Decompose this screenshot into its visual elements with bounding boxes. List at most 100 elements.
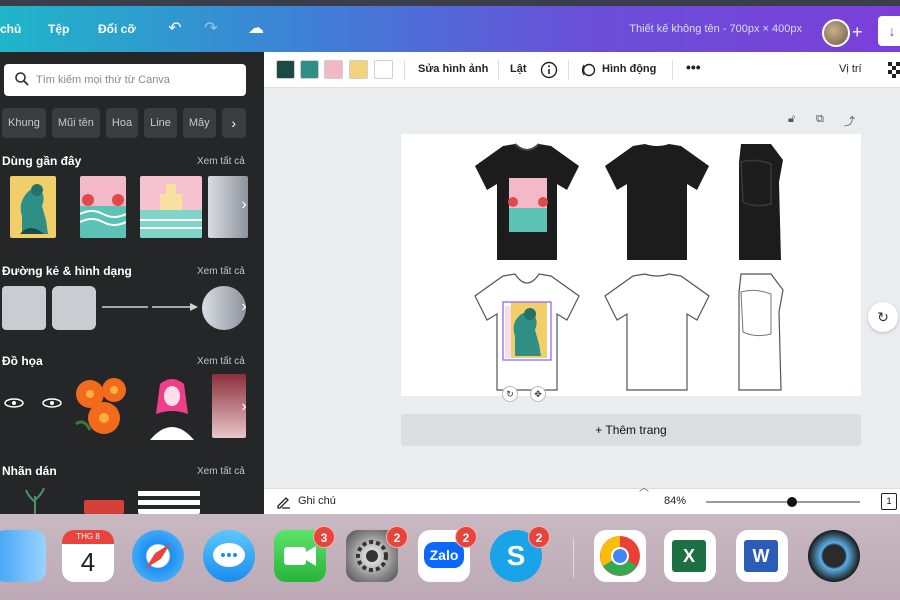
sticker-girls[interactable] xyxy=(84,500,124,514)
search-icon xyxy=(15,72,29,86)
color-swatch-5[interactable] xyxy=(374,60,393,79)
download-icon[interactable]: ↓ xyxy=(878,16,900,46)
rotate-handle-icon[interactable]: ↻ xyxy=(502,386,518,402)
toolbar-divider xyxy=(498,60,499,80)
edit-image-button[interactable]: Sửa hình ảnh xyxy=(418,63,488,75)
tshirt-white-side[interactable] xyxy=(731,272,791,392)
shape-rounded-square[interactable] xyxy=(52,286,96,330)
tshirt-black-back[interactable] xyxy=(603,142,711,262)
add-page-icon[interactable]: ⤴ xyxy=(844,113,855,129)
see-all-lines-shapes[interactable]: Xem tất cả xyxy=(197,266,245,277)
graphic-orange-flowers[interactable] xyxy=(70,374,134,438)
animate-button[interactable]: Hình động xyxy=(602,63,656,75)
shape-line[interactable] xyxy=(102,302,148,312)
editor-area: Sửa hình ảnh Lật Hình động ••• Vị trí 🔓︎… xyxy=(264,52,900,488)
chip-cloud[interactable]: Mây xyxy=(182,108,216,138)
document-title[interactable]: Thiết kế không tên - 700px × 400px xyxy=(629,23,802,35)
add-collaborator-icon[interactable]: + xyxy=(852,21,872,43)
info-icon[interactable] xyxy=(540,61,558,79)
refresh-comment-icon[interactable]: ↻ xyxy=(868,302,898,332)
cloud-sync-icon[interactable]: ☁ xyxy=(245,18,267,40)
zoom-level[interactable]: 84% xyxy=(664,495,686,507)
excel-letter: X xyxy=(672,540,706,572)
macos-dock: THG 8 4 3 2 Zalo 2 S 2 X W xyxy=(0,514,900,600)
graphic-pink-woman[interactable] xyxy=(146,374,198,440)
shapes-next-icon[interactable]: › xyxy=(234,298,254,316)
word-icon[interactable]: W xyxy=(736,530,788,582)
search-input[interactable] xyxy=(36,70,236,90)
chip-line[interactable]: Line xyxy=(144,108,177,138)
undo-icon[interactable]: ↶ xyxy=(164,18,186,40)
redo-icon[interactable]: ↷ xyxy=(200,18,222,40)
canva-topbar: chủ Tệp Đổi cỡ ↶ ↷ ☁ Thiết kế không tên … xyxy=(0,6,900,52)
see-all-recent[interactable]: Xem tất cả xyxy=(197,156,245,167)
see-all-stickers[interactable]: Xem tất cả xyxy=(197,466,245,477)
shape-square[interactable] xyxy=(2,286,46,330)
animate-icon[interactable] xyxy=(580,61,596,79)
color-swatch-3[interactable] xyxy=(324,60,343,79)
category-chips: Khung Mũi tên Hoa Line Mây › xyxy=(2,108,246,138)
chip-flower[interactable]: Hoa xyxy=(105,108,139,138)
settings-badge: 2 xyxy=(386,526,408,548)
chevron-right-icon[interactable]: › xyxy=(221,108,246,138)
chip-arrow[interactable]: Mũi tên xyxy=(51,108,100,138)
more-options-icon[interactable]: ••• xyxy=(686,59,701,75)
tshirt-white-front[interactable] xyxy=(473,272,581,392)
toolbar-divider xyxy=(672,60,673,80)
sticker-plant[interactable] xyxy=(20,486,50,514)
tshirt-black-front[interactable] xyxy=(473,142,581,262)
graphic-eyes[interactable] xyxy=(2,396,64,410)
zoom-slider[interactable] xyxy=(706,497,860,507)
show-pages-caret-icon[interactable]: ︿ xyxy=(639,479,649,494)
menu-home[interactable]: chủ xyxy=(0,22,21,36)
search-box[interactable] xyxy=(4,64,246,96)
graphics-next-icon[interactable]: › xyxy=(234,398,254,416)
toolbar-divider xyxy=(404,60,405,80)
excel-icon[interactable]: X xyxy=(664,530,716,582)
recent-fountain-art[interactable] xyxy=(140,176,202,238)
see-all-graphics[interactable]: Xem tất cả xyxy=(197,356,245,367)
notes-button[interactable]: Ghi chú xyxy=(298,495,336,507)
recent-pink-art[interactable] xyxy=(80,176,126,238)
chip-frame[interactable]: Khung xyxy=(2,108,46,138)
section-title-graphics: Đồ họa xyxy=(2,354,43,368)
add-page-button[interactable]: + Thêm trang xyxy=(401,414,861,446)
flip-button[interactable]: Lật xyxy=(510,63,527,75)
color-swatch-1[interactable] xyxy=(276,60,295,79)
zalo-label: Zalo xyxy=(424,542,464,568)
recent-thinker-graphic[interactable] xyxy=(10,176,56,238)
menu-file[interactable]: Tệp xyxy=(48,22,69,36)
word-letter: W xyxy=(744,540,778,572)
page-count-badge[interactable]: 1 xyxy=(881,493,897,510)
lock-icon[interactable]: 🔓︎ xyxy=(788,113,795,126)
duplicate-page-icon[interactable]: ⧉ xyxy=(816,113,824,126)
zoom-slider-knob[interactable] xyxy=(787,497,798,507)
transparency-icon[interactable] xyxy=(888,62,900,78)
tshirt-black-side[interactable] xyxy=(731,142,791,262)
chrome-icon[interactable] xyxy=(594,530,646,582)
shape-arrow-line[interactable] xyxy=(152,302,198,312)
color-swatch-2[interactable] xyxy=(300,60,319,79)
avatar[interactable] xyxy=(822,19,850,47)
section-title-stickers: Nhãn dán xyxy=(2,464,57,478)
design-page[interactable] xyxy=(401,134,861,396)
section-title-lines-shapes: Đường kẻ & hình dạng xyxy=(2,264,132,278)
calendar-day: 4 xyxy=(80,547,96,577)
notes-icon[interactable] xyxy=(276,494,292,510)
move-handle-icon[interactable]: ✥ xyxy=(530,386,546,402)
editor-footer: ︿ Ghi chú 84% 1 xyxy=(264,483,900,514)
color-swatch-4[interactable] xyxy=(349,60,368,79)
safari-icon[interactable] xyxy=(132,530,184,582)
tshirt-white-back[interactable] xyxy=(603,272,711,392)
quicktime-icon[interactable] xyxy=(808,530,860,582)
context-toolbar: Sửa hình ảnh Lật Hình động ••• Vị trí xyxy=(264,52,900,88)
position-button[interactable]: Vị trí xyxy=(839,63,862,75)
recent-next-icon[interactable]: › xyxy=(234,196,254,214)
finder-icon[interactable] xyxy=(0,530,46,582)
calendar-icon[interactable]: THG 8 4 xyxy=(62,530,114,582)
menu-resize[interactable]: Đổi cỡ xyxy=(98,22,136,36)
messages-icon[interactable] xyxy=(203,530,255,582)
calendar-month: THG 8 xyxy=(62,530,114,544)
sticker-end-weekend[interactable] xyxy=(138,488,200,514)
facetime-badge: 3 xyxy=(313,526,335,548)
